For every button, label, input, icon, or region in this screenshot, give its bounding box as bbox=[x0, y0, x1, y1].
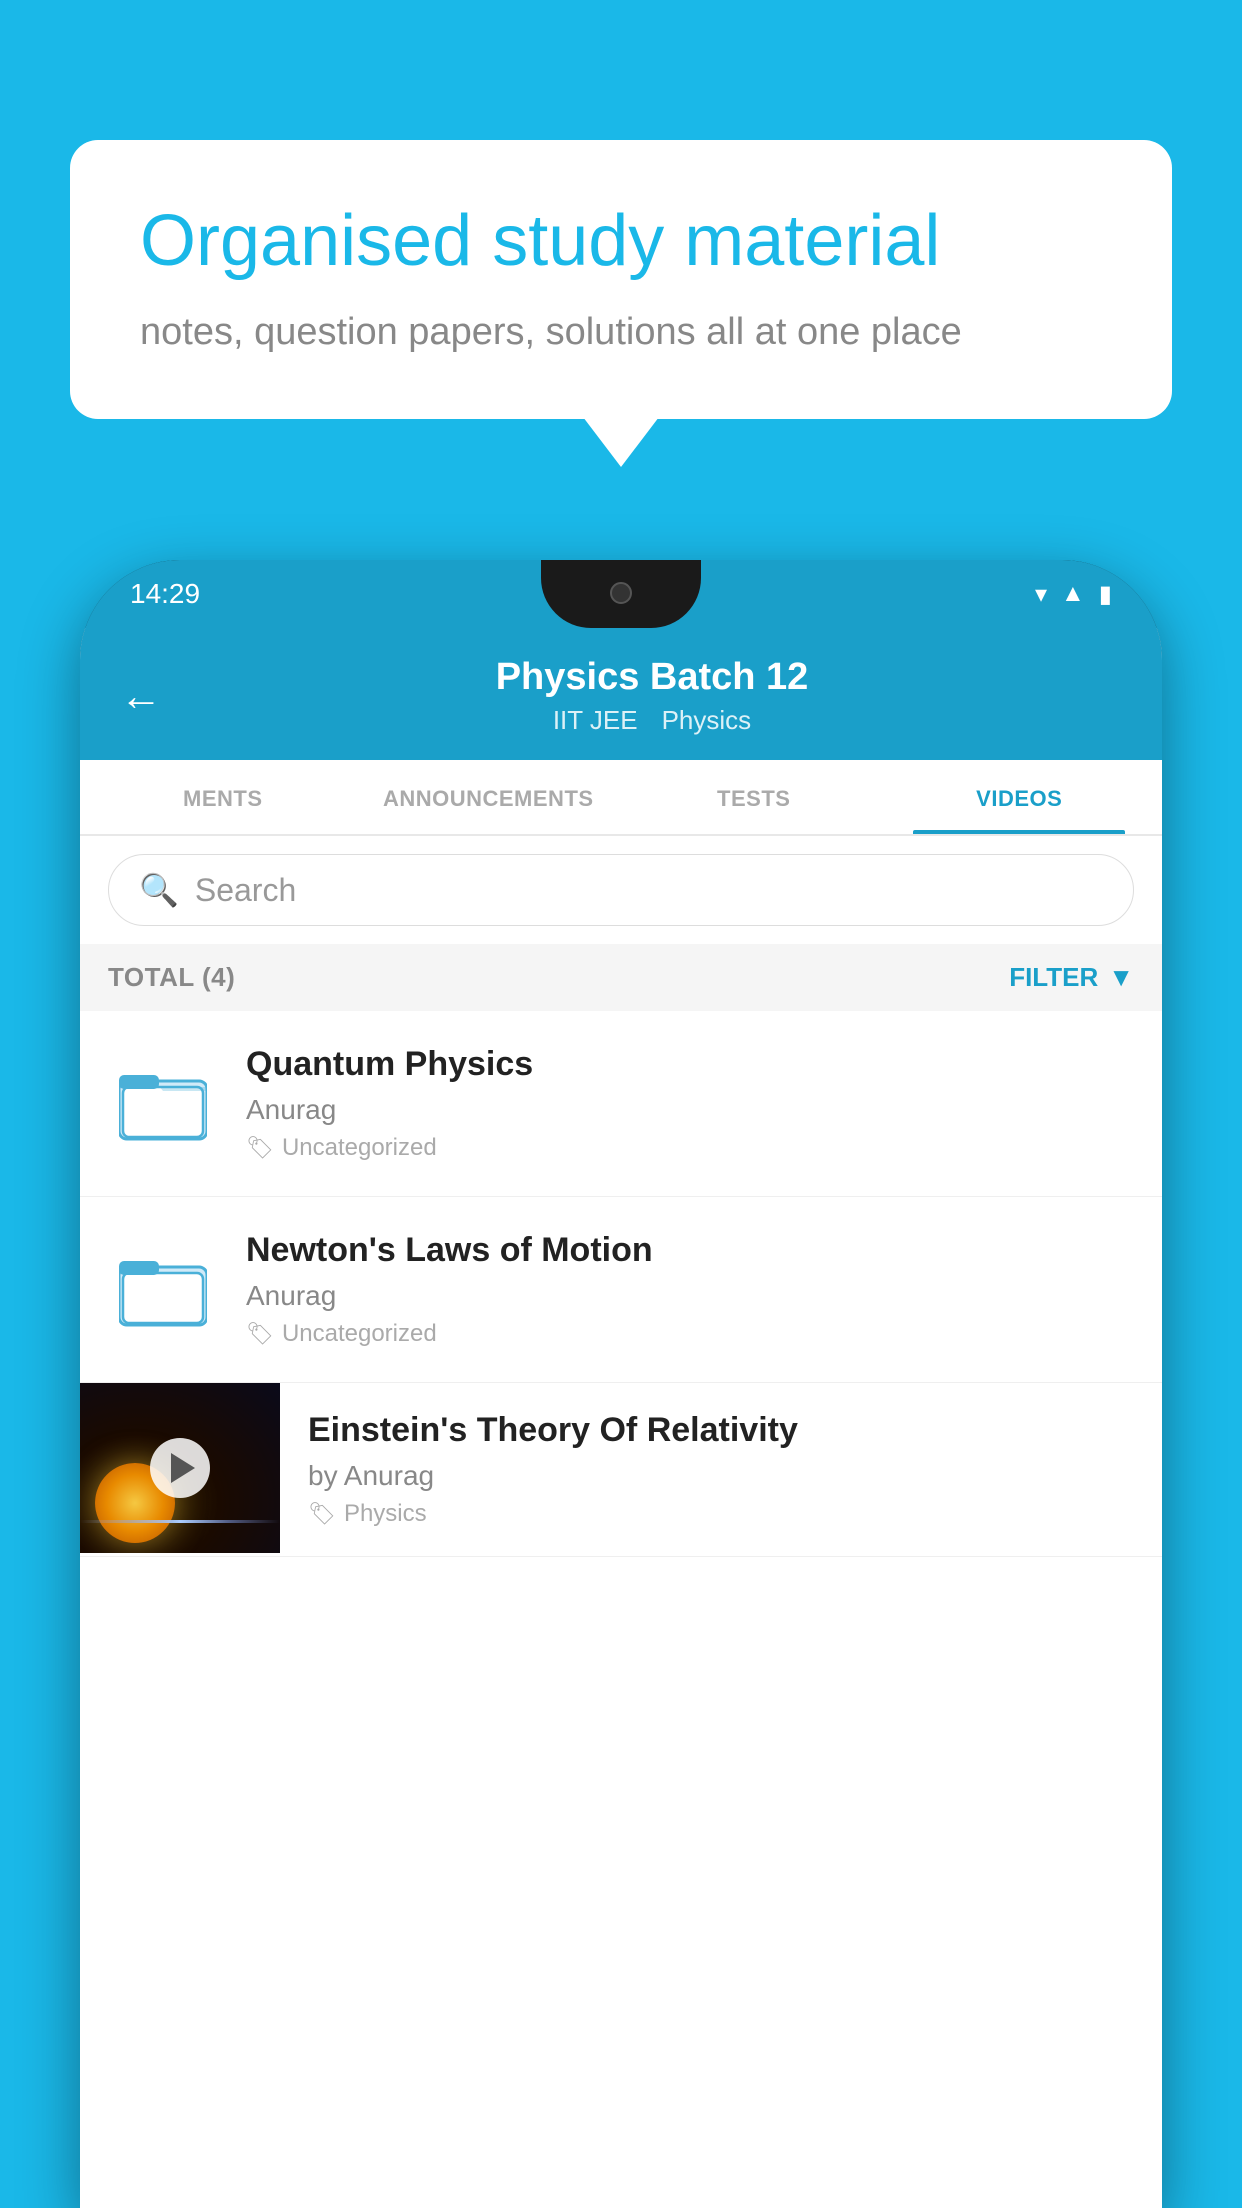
filter-icon: ▼ bbox=[1108, 962, 1134, 993]
search-container: 🔍 Search bbox=[80, 836, 1162, 944]
status-bar: 14:29 ▾ ▲ ▮ bbox=[80, 560, 1162, 628]
list-item[interactable]: Einstein's Theory Of Relativity by Anura… bbox=[80, 1383, 1162, 1557]
tag-icon: 🏷 bbox=[246, 1321, 274, 1347]
tag-icon: 🏷 bbox=[246, 1135, 274, 1161]
folder-icon bbox=[119, 1251, 207, 1329]
video-title: Einstein's Theory Of Relativity bbox=[308, 1411, 1134, 1450]
total-count: TOTAL (4) bbox=[108, 962, 235, 993]
video-title: Newton's Laws of Motion bbox=[246, 1231, 1134, 1270]
video-title: Quantum Physics bbox=[246, 1045, 1134, 1084]
speech-bubble-section: Organised study material notes, question… bbox=[70, 140, 1172, 419]
video-info-einstein: Einstein's Theory Of Relativity by Anura… bbox=[280, 1383, 1162, 1556]
status-icons: ▾ ▲ ▮ bbox=[1035, 580, 1112, 609]
phone-screen: ← Physics Batch 12 IIT JEE Physics MENTS… bbox=[80, 628, 1162, 2208]
light-streak bbox=[80, 1520, 280, 1523]
header-title: Physics Batch 12 bbox=[182, 656, 1122, 699]
video-author: Anurag bbox=[246, 1094, 1134, 1126]
bubble-subtitle: notes, question papers, solutions all at… bbox=[140, 311, 1102, 354]
header-tags: IIT JEE Physics bbox=[182, 705, 1122, 736]
tag-label: Uncategorized bbox=[282, 1320, 437, 1348]
video-author: Anurag bbox=[246, 1280, 1134, 1312]
filter-button[interactable]: FILTER ▼ bbox=[1009, 962, 1134, 993]
video-info-newton: Newton's Laws of Motion Anurag 🏷 Uncateg… bbox=[246, 1231, 1134, 1348]
speech-bubble: Organised study material notes, question… bbox=[70, 140, 1172, 419]
search-bar[interactable]: 🔍 Search bbox=[108, 854, 1134, 926]
header-tag-iitjee: IIT JEE bbox=[553, 705, 638, 736]
tag-label: Physics bbox=[344, 1500, 427, 1528]
status-time: 14:29 bbox=[130, 578, 200, 610]
battery-icon: ▮ bbox=[1099, 580, 1112, 609]
back-button[interactable]: ← bbox=[120, 672, 162, 720]
tab-tests[interactable]: TESTS bbox=[621, 760, 887, 834]
list-item[interactable]: Newton's Laws of Motion Anurag 🏷 Uncateg… bbox=[80, 1197, 1162, 1383]
video-tag: 🏷 Uncategorized bbox=[246, 1320, 1134, 1348]
video-tag: 🏷 Uncategorized bbox=[246, 1134, 1134, 1162]
app-header: ← Physics Batch 12 IIT JEE Physics bbox=[80, 628, 1162, 760]
header-tag-physics: Physics bbox=[662, 705, 752, 736]
filter-label: FILTER bbox=[1009, 962, 1098, 993]
video-author: by Anurag bbox=[308, 1460, 1134, 1492]
tab-announcements[interactable]: ANNOUNCEMENTS bbox=[356, 760, 622, 834]
wifi-icon: ▾ bbox=[1035, 580, 1047, 609]
video-thumbnail-einstein bbox=[80, 1383, 280, 1553]
filter-bar: TOTAL (4) FILTER ▼ bbox=[80, 944, 1162, 1011]
search-icon: 🔍 bbox=[139, 871, 179, 909]
tag-label: Uncategorized bbox=[282, 1134, 437, 1162]
tab-videos[interactable]: VIDEOS bbox=[887, 760, 1153, 834]
video-info-quantum: Quantum Physics Anurag 🏷 Uncategorized bbox=[246, 1045, 1134, 1162]
phone-notch bbox=[541, 560, 701, 628]
play-button[interactable] bbox=[150, 1438, 210, 1498]
header-title-group: Physics Batch 12 IIT JEE Physics bbox=[182, 656, 1122, 736]
signal-icon: ▲ bbox=[1061, 580, 1085, 608]
video-list: Quantum Physics Anurag 🏷 Uncategorized bbox=[80, 1011, 1162, 1557]
tag-icon: 🏷 bbox=[308, 1501, 336, 1527]
video-tag: 🏷 Physics bbox=[308, 1500, 1134, 1528]
notch-camera bbox=[610, 582, 632, 604]
video-thumb-quantum bbox=[108, 1049, 218, 1159]
folder-icon bbox=[119, 1065, 207, 1143]
bubble-title: Organised study material bbox=[140, 200, 1102, 283]
tab-ments[interactable]: MENTS bbox=[90, 760, 356, 834]
tabs-bar: MENTS ANNOUNCEMENTS TESTS VIDEOS bbox=[80, 760, 1162, 836]
search-input[interactable]: Search bbox=[195, 872, 296, 909]
play-icon bbox=[171, 1453, 195, 1483]
video-thumb-newton bbox=[108, 1235, 218, 1345]
phone-frame: 14:29 ▾ ▲ ▮ ← Physics Batch 12 IIT JEE P… bbox=[80, 560, 1162, 2208]
list-item[interactable]: Quantum Physics Anurag 🏷 Uncategorized bbox=[80, 1011, 1162, 1197]
